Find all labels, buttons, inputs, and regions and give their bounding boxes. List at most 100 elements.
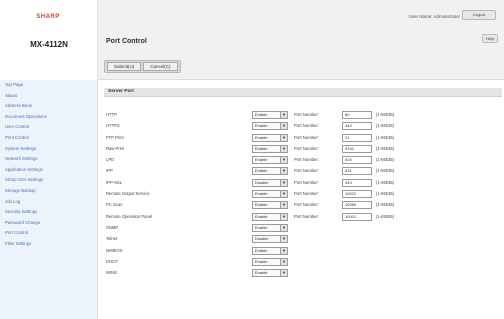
chevron-down-icon: ▼ [280,179,287,186]
chevron-down-icon: ▼ [280,236,287,243]
port-row: Telnet Disable ▼ [104,234,502,245]
port-range-hint: (1-65535) [376,123,395,129]
port-number-input[interactable]: 21 [342,133,372,142]
port-row: IPP Enable ▼ Port Number: 631 (1-65535) [104,166,502,177]
cancel-button[interactable]: Cancel(C) [143,62,178,71]
port-range-hint: (1-65535) [376,202,395,208]
logout-button[interactable]: Logout [462,10,496,20]
chevron-down-icon: ▼ [280,202,287,209]
sidebar-item-network-settings[interactable]: Network Settings [0,154,97,165]
port-row: HTTP Enable ▼ Port Number: 80 (1-65535) [104,110,502,121]
port-row: Raw Print Enable ▼ Port Number: 9100 (1-6… [104,144,502,155]
port-row: FTP Print Enable ▼ Port Number: 21 (1-655… [104,133,502,144]
port-name: Remote Operation Panel [106,213,153,219]
port-name: HTTPS [106,123,120,129]
port-name: Telnet [106,236,118,242]
port-enable-select[interactable]: Enable ▼ [252,246,288,255]
port-enable-select[interactable]: Disable ▼ [252,178,288,187]
submit-button[interactable]: Submit(U) [107,62,142,71]
port-number-input[interactable]: 443 [342,122,372,131]
port-range-hint: (1-65535) [376,168,395,174]
chevron-down-icon: ▼ [280,247,287,254]
help-button[interactable]: Help [482,34,498,43]
port-range-hint: (1-65535) [376,134,395,140]
chevron-down-icon: ▼ [280,157,287,164]
port-number-input[interactable]: 80 [342,111,372,119]
section-header: Server Port [104,88,502,97]
port-name: IPP [106,168,113,174]
sidebar-item-application-settings[interactable]: Application Settings [0,165,97,176]
chevron-down-icon: ▼ [280,134,287,141]
sidebar-item-port-control[interactable]: Port Control [0,228,97,239]
port-number-input[interactable]: 9100 [342,144,372,153]
select-value: Enable [255,224,268,230]
sidebar-item-osa-settings[interactable]: Sharp OSA Settings [0,175,97,186]
select-value: Enable [255,134,268,140]
port-number-input[interactable]: 10022 [342,190,372,199]
select-value: Enable [255,112,268,117]
port-range-hint: (1-65535) [376,213,395,219]
device-model: MX-4112N [30,40,68,49]
port-number-label: Port Number: [294,179,319,185]
port-name: DHCP [106,258,118,264]
sidebar-item-system-settings[interactable]: System Settings [0,144,97,155]
sidebar-item-top-page[interactable]: Top Page [0,80,97,91]
port-range-hint: (1-65535) [376,191,395,197]
port-number-label: Port Number: [294,134,319,140]
sidebar-item-password-change[interactable]: Password Change [0,218,97,229]
port-enable-select[interactable]: Enable ▼ [252,257,288,266]
sidebar-item-status[interactable]: Status [0,91,97,102]
sidebar-item-job-log[interactable]: Job Log [0,197,97,208]
port-number-label: Port Number: [294,123,319,129]
port-number-label: Port Number: [294,191,319,197]
port-enable-select[interactable]: Enable ▼ [252,190,288,199]
port-row: Remote Operation Panel Enable ▼ Port Numb… [104,212,502,223]
port-name: IPP-SSL [106,179,123,185]
sidebar-item-security-settings[interactable]: Security Settings [0,207,97,218]
port-number-input[interactable]: 10001 [342,212,372,221]
port-number-label: Port Number: [294,213,319,219]
web-admin-window: SHARP MX-4112N User Name: Administrator … [0,0,504,319]
port-number-input[interactable]: 443 [342,178,372,187]
port-row: WINS Enable ▼ [104,268,502,279]
select-value: Disable [255,236,269,242]
port-number-input[interactable]: 10080 [342,201,372,210]
port-enable-select[interactable]: Enable ▼ [252,111,288,119]
sidebar-item-print-control[interactable]: Print Control [0,133,97,144]
chevron-down-icon: ▼ [280,191,287,198]
port-name: PC Scan [106,202,123,208]
port-row: HTTPS Enable ▼ Port Number: 443 (1-65535) [104,121,502,132]
port-enable-select[interactable]: Enable ▼ [252,223,288,232]
port-name: NetBIOS [106,247,123,253]
port-enable-select[interactable]: Enable ▼ [252,167,288,176]
port-number-input[interactable]: 515 [342,156,372,165]
port-name: Raw Print [106,145,125,151]
sidebar-item-document-operations[interactable]: Document Operations [0,112,97,123]
port-enable-select[interactable]: Enable ▼ [252,269,288,278]
select-value: Enable [255,157,268,163]
port-enable-select[interactable]: Enable ▼ [252,122,288,131]
sidebar-item-filter-settings[interactable]: Filter Settings [0,239,97,250]
port-enable-select[interactable]: Enable ▼ [252,201,288,210]
sidebar-item-user-control[interactable]: User Control [0,122,97,133]
main-content: Server Port HTTP Enable ▼ Port Number: 80… [98,80,504,319]
select-value: Enable [255,123,268,129]
chevron-down-icon: ▼ [280,112,287,118]
port-row: LPD Enable ▼ Port Number: 515 (1-65535) [104,155,502,166]
port-number-input[interactable]: 631 [342,167,372,176]
port-enable-select[interactable]: Enable ▼ [252,156,288,165]
port-enable-select[interactable]: Disable ▼ [252,235,288,244]
select-value: Enable [255,145,268,151]
port-enable-select[interactable]: Enable ▼ [252,144,288,153]
sidebar-item-address-book[interactable]: Address Book [0,101,97,112]
sidebar-item-storage-backup[interactable]: Storage Backup [0,186,97,197]
chevron-down-icon: ▼ [280,258,287,265]
select-value: Enable [255,168,268,174]
chevron-down-icon: ▼ [280,213,287,220]
select-value: Enable [255,202,268,208]
port-enable-select[interactable]: Enable ▼ [252,212,288,221]
select-value: Enable [255,247,268,253]
port-name: Remote Output Service [106,191,150,197]
select-value: Enable [255,213,268,219]
port-enable-select[interactable]: Enable ▼ [252,133,288,142]
